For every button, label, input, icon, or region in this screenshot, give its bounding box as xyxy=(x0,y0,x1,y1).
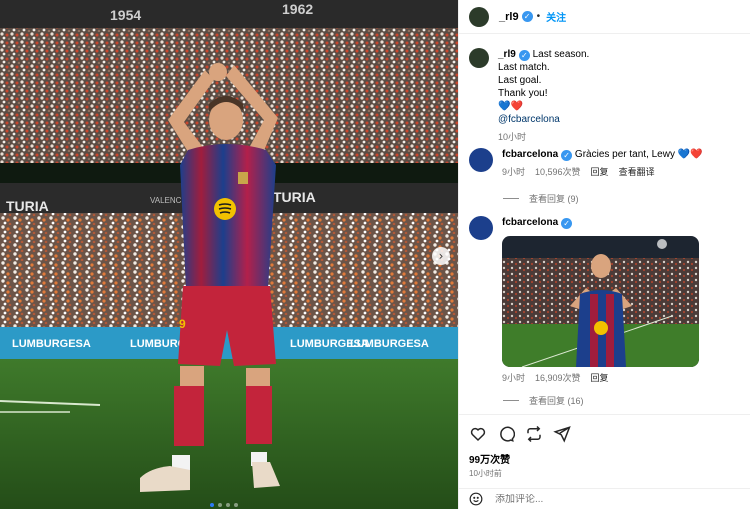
post-actions: 99万次赞 10小时前 xyxy=(459,414,750,479)
stadium-photo: 1954 1962 TURIA TURIA VALENCIA LUMBURGES… xyxy=(0,0,458,509)
post-photo[interactable]: 1954 1962 TURIA TURIA VALENCIA LUMBURGES… xyxy=(0,0,458,509)
heart-icon[interactable] xyxy=(469,425,487,443)
board-text: TURIA xyxy=(6,198,49,214)
commenter-avatar[interactable] xyxy=(469,148,493,172)
carousel-dot[interactable] xyxy=(234,503,238,507)
reply-button[interactable]: 回复 xyxy=(591,372,609,385)
post-details-panel: _rl9 ✓ • 关注 _rl9 ✓ Last season. Last matc… xyxy=(458,0,750,509)
chevron-right-icon: › xyxy=(438,249,444,263)
author-avatar[interactable] xyxy=(469,6,489,27)
follow-button[interactable]: 关注 xyxy=(546,9,566,24)
author-username[interactable]: _rl9 xyxy=(499,11,519,23)
caption-line: Last goal. xyxy=(498,75,542,86)
caption-line: Last match. xyxy=(498,62,550,73)
verified-badge-icon: ✓ xyxy=(518,50,530,61)
view-replies-button[interactable]: 查看回复 (9) xyxy=(503,192,579,205)
commenter-username[interactable]: fcbarcelona xyxy=(502,149,558,160)
commenter-username[interactable]: fcbarcelona xyxy=(502,217,558,228)
carousel-dot[interactable] xyxy=(226,503,230,507)
caption-line: Thank you! xyxy=(498,88,548,99)
comment-text: Gràcies per tant, Lewy xyxy=(574,149,675,160)
comment-icon[interactable] xyxy=(497,425,515,443)
verified-badge-icon: ✓ xyxy=(561,218,573,229)
comment-likes[interactable]: 16,909次赞 xyxy=(535,372,581,385)
caption-line: Last season. xyxy=(532,49,590,60)
comment-likes[interactable]: 10,596次赞 xyxy=(535,166,581,179)
shorts-number: 9 xyxy=(179,317,186,331)
comment-emojis: 💙❤️ xyxy=(677,149,703,160)
verified-badge-icon: ✓ xyxy=(521,11,533,22)
comment-input[interactable] xyxy=(495,493,715,505)
share-icon[interactable] xyxy=(553,425,571,443)
comment-image[interactable] xyxy=(502,236,699,367)
view-replies-label: 查看回复 (16) xyxy=(529,396,584,406)
verified-badge-icon: ✓ xyxy=(561,150,573,161)
ad-text: LUMBURGESA xyxy=(350,338,429,350)
carousel-dots xyxy=(210,503,238,507)
translate-button[interactable]: 查看翻译 xyxy=(619,166,655,179)
add-comment-bar xyxy=(459,488,750,509)
stand-number: 1954 xyxy=(110,7,141,23)
view-replies-label: 查看回复 (9) xyxy=(529,194,579,204)
comment-time: 9小时 xyxy=(502,373,526,383)
caption-emojis: 💙❤️ xyxy=(498,101,523,112)
view-replies-button[interactable]: 查看回复 (16) xyxy=(503,394,584,407)
stand-number: 1962 xyxy=(282,1,313,17)
caption-time: 10小时 xyxy=(498,132,527,142)
comment-photo xyxy=(502,236,699,367)
reply-button[interactable]: 回复 xyxy=(591,166,609,179)
comments-list[interactable]: _rl9 ✓ Last season. Last match. Last goal… xyxy=(459,34,750,414)
repost-icon[interactable] xyxy=(525,425,543,443)
caption: _rl9 ✓ Last season. Last match. Last goal… xyxy=(469,48,740,144)
commenter-avatar[interactable] xyxy=(469,216,493,240)
next-image-button[interactable]: › xyxy=(432,247,450,265)
comment-time: 9小时 xyxy=(502,167,526,177)
mention-link[interactable]: @fcbarcelona xyxy=(498,113,740,126)
author-avatar[interactable] xyxy=(469,48,489,68)
posted-time: 10小时前 xyxy=(469,469,502,478)
post-header: _rl9 ✓ • 关注 xyxy=(459,0,750,34)
comment-item: fcbarcelona ✓ 9小时 16,909次赞 回复 xyxy=(469,216,740,385)
likes-count[interactable]: 99万次赞 xyxy=(469,451,740,466)
ad-text: LUMBURGESA xyxy=(12,338,91,350)
caption-username[interactable]: _rl9 xyxy=(498,49,516,60)
carousel-dot[interactable] xyxy=(210,503,214,507)
carousel-dot[interactable] xyxy=(218,503,222,507)
comment-item: fcbarcelona ✓ Gràcies per tant, Lewy 💙❤️ … xyxy=(469,148,740,179)
separator: • xyxy=(536,11,541,22)
emoji-icon[interactable] xyxy=(469,492,483,506)
board-text: TURIA xyxy=(273,189,316,205)
